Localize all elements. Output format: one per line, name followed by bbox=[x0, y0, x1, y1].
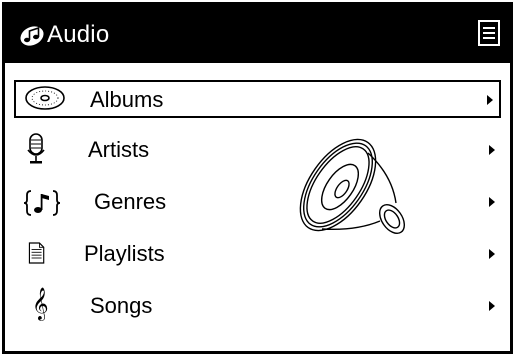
menu-item-genres[interactable]: Genres bbox=[14, 184, 501, 222]
menu-item-albums[interactable]: Albums bbox=[14, 80, 501, 118]
arrow-right-icon bbox=[489, 301, 495, 311]
menu-item-artists[interactable]: Artists bbox=[14, 132, 501, 170]
menu-item-label: Albums bbox=[90, 87, 164, 112]
menu-button[interactable] bbox=[478, 20, 500, 46]
audio-note-icon bbox=[20, 26, 44, 46]
menu-item-label: Songs bbox=[90, 293, 153, 318]
arrow-right-icon bbox=[489, 249, 495, 259]
disc-icon bbox=[25, 86, 65, 110]
document-icon bbox=[28, 242, 45, 264]
audio-screen: Audio Albums Artists Genres Playlists 𝄞 … bbox=[2, 2, 513, 354]
arrow-right-icon bbox=[489, 145, 495, 155]
menu-icon-bar bbox=[483, 32, 495, 34]
menu-icon bbox=[483, 27, 495, 29]
arrow-right-icon bbox=[487, 95, 493, 105]
treble-clef-icon: 𝄞 bbox=[32, 287, 49, 320]
title-bar: Audio bbox=[5, 5, 510, 63]
menu-item-label: Artists bbox=[88, 137, 150, 162]
menu-item-playlists[interactable]: Playlists bbox=[14, 236, 501, 274]
arrow-right-icon bbox=[489, 197, 495, 207]
menu-item-songs[interactable]: 𝄞 Songs bbox=[14, 287, 501, 326]
menu-icon-bar bbox=[483, 37, 495, 39]
speaker-icon bbox=[299, 138, 406, 235]
page-title: Audio bbox=[47, 21, 110, 48]
menu-item-label: Playlists bbox=[84, 241, 165, 266]
music-note-braces-icon bbox=[23, 190, 61, 216]
microphone-icon bbox=[27, 133, 45, 164]
menu-item-label: Genres bbox=[94, 189, 167, 214]
